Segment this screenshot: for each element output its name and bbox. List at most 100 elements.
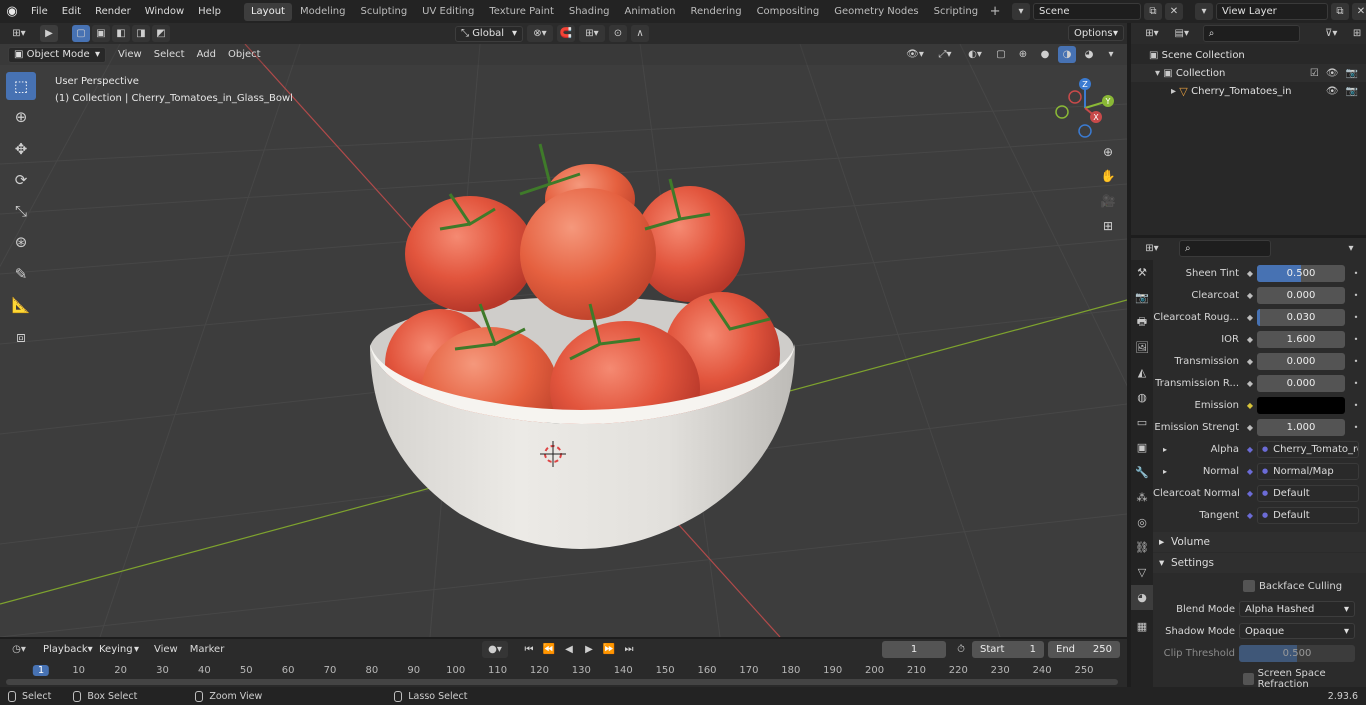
- keying-menu[interactable]: Keying ▾: [94, 642, 144, 658]
- keyframe-dot-icon[interactable]: •: [1349, 310, 1363, 324]
- timeline-view-menu[interactable]: View: [148, 642, 184, 658]
- property-slider[interactable]: 0.000: [1257, 374, 1345, 392]
- stopwatch-icon[interactable]: ⏱: [952, 641, 970, 658]
- select-mode-subtract-icon[interactable]: ◧: [112, 25, 130, 42]
- play-reverse-icon[interactable]: ◀: [560, 641, 578, 658]
- start-frame-field[interactable]: Start 1: [972, 641, 1044, 658]
- menu-file[interactable]: File: [24, 0, 55, 23]
- new-collection-icon[interactable]: ⊞: [1348, 25, 1366, 42]
- pivot-point-icon[interactable]: ⊗▾: [527, 25, 553, 42]
- collection-tab-icon[interactable]: ▭: [1131, 410, 1153, 435]
- property-link-field[interactable]: ● Default: [1257, 506, 1359, 524]
- tab-rendering[interactable]: Rendering: [683, 3, 748, 21]
- select-mode-intersect-icon[interactable]: ◩: [152, 25, 170, 42]
- socket-icon[interactable]: ◆: [1243, 288, 1257, 302]
- object-tab-icon[interactable]: ▣: [1131, 435, 1153, 460]
- scene-field[interactable]: Scene: [1033, 3, 1141, 20]
- filter-icon[interactable]: ⊽▾: [1318, 25, 1344, 42]
- scene-browse-icon[interactable]: ▾: [1012, 3, 1030, 20]
- perspective-toggle-icon[interactable]: ⊞: [1098, 216, 1118, 236]
- expand-arrow-icon[interactable]: ▸: [1163, 445, 1167, 454]
- menu-render[interactable]: Render: [88, 0, 138, 23]
- camera-icon[interactable]: 📷: [1346, 68, 1358, 79]
- falloff-icon[interactable]: ∧: [631, 25, 649, 42]
- outliner-scene-collection[interactable]: ▣ Scene Collection: [1131, 46, 1366, 64]
- blender-logo-icon[interactable]: ◉: [0, 0, 24, 23]
- socket-icon[interactable]: ◆: [1243, 442, 1257, 456]
- socket-icon[interactable]: ◆: [1243, 398, 1257, 412]
- transform-tool-icon[interactable]: ⊛: [6, 228, 36, 256]
- measure-tool-icon[interactable]: 📐: [6, 291, 36, 319]
- move-tool-icon[interactable]: ✥: [6, 135, 36, 163]
- solid-shading-icon[interactable]: ●: [1036, 46, 1054, 63]
- particles-tab-icon[interactable]: ⁂: [1131, 485, 1153, 510]
- tab-animation[interactable]: Animation: [618, 3, 683, 21]
- next-keyframe-icon[interactable]: ⏩: [600, 641, 618, 658]
- rendered-shading-icon[interactable]: ◕: [1080, 46, 1098, 63]
- overlay-toggle-icon[interactable]: ◐▾: [962, 46, 988, 63]
- add-workspace-icon[interactable]: +: [986, 3, 1004, 21]
- tab-shading[interactable]: Shading: [562, 3, 617, 21]
- keyframe-dot-icon[interactable]: •: [1349, 266, 1363, 280]
- property-slider[interactable]: 0.000: [1257, 286, 1345, 304]
- volume-panel-header[interactable]: ▸ Volume: [1153, 532, 1366, 552]
- view-layer-browse-icon[interactable]: ▾: [1195, 3, 1213, 20]
- scale-tool-icon[interactable]: ⤡: [6, 197, 36, 225]
- menu-object[interactable]: Object: [222, 47, 267, 63]
- camera-view-icon[interactable]: 🎥: [1098, 191, 1118, 211]
- tab-modeling[interactable]: Modeling: [293, 3, 353, 21]
- zoom-icon[interactable]: ⊕: [1098, 142, 1118, 162]
- socket-icon[interactable]: ◆: [1243, 376, 1257, 390]
- pan-hand-icon[interactable]: ✋: [1098, 166, 1118, 186]
- properties-editor-type-icon[interactable]: ⊞▾: [1139, 240, 1165, 257]
- physics-tab-icon[interactable]: ◎: [1131, 510, 1153, 535]
- tab-geometry-nodes[interactable]: Geometry Nodes: [827, 3, 925, 21]
- material-shading-icon[interactable]: ◑: [1058, 46, 1076, 63]
- expand-arrow-icon[interactable]: ▸: [1163, 467, 1167, 476]
- visibility-icon[interactable]: 👁▾: [902, 46, 928, 63]
- playhead[interactable]: 1: [32, 665, 50, 676]
- shadow-mode-dropdown[interactable]: Opaque ▾: [1239, 623, 1355, 639]
- timeline-marker-menu[interactable]: Marker: [184, 642, 231, 658]
- menu-select[interactable]: Select: [148, 47, 191, 63]
- annotate-tool-icon[interactable]: ✎: [6, 260, 36, 288]
- tab-scripting[interactable]: Scripting: [927, 3, 985, 21]
- outliner-editor-type-icon[interactable]: ⊞▾: [1139, 25, 1165, 42]
- snap-icon[interactable]: 🧲: [557, 25, 575, 42]
- property-slider[interactable]: 0.000: [1257, 352, 1345, 370]
- property-link-field[interactable]: ● Normal/Map: [1257, 462, 1359, 480]
- socket-icon[interactable]: ◆: [1243, 310, 1257, 324]
- gizmo-toggle-icon[interactable]: ⤢▾: [932, 46, 958, 63]
- 3d-viewport[interactable]: Z Y X User Perspective (1) Collection | …: [0, 44, 1127, 637]
- blend-mode-dropdown[interactable]: Alpha Hashed ▾: [1239, 601, 1355, 617]
- menu-add[interactable]: Add: [191, 47, 222, 63]
- play-icon[interactable]: ▶: [580, 641, 598, 658]
- view-layer-tab-icon[interactable]: 🖼: [1131, 335, 1153, 360]
- shading-options-icon[interactable]: ▾: [1102, 46, 1120, 63]
- property-number-field[interactable]: 1.000: [1257, 418, 1345, 436]
- timeline-editor-type-icon[interactable]: ◷▾: [6, 641, 32, 658]
- tab-layout[interactable]: Layout: [243, 2, 292, 21]
- scene-delete-icon[interactable]: ✕: [1165, 3, 1183, 20]
- socket-icon[interactable]: ◆: [1243, 266, 1257, 280]
- render-tab-icon[interactable]: 📷: [1131, 285, 1153, 310]
- clip-threshold-slider[interactable]: 0.500: [1239, 645, 1355, 662]
- select-mode-new-icon[interactable]: ▢: [72, 25, 90, 42]
- properties-options-icon[interactable]: ▾: [1342, 240, 1360, 257]
- select-mode-extend-icon[interactable]: ▣: [92, 25, 110, 42]
- output-tab-icon[interactable]: 🖶: [1131, 310, 1153, 335]
- wireframe-shading-icon[interactable]: ⊕: [1014, 46, 1032, 63]
- socket-icon[interactable]: ◆: [1243, 420, 1257, 434]
- property-link-field[interactable]: ● Default: [1257, 484, 1359, 502]
- proportional-edit-icon[interactable]: ⊙: [609, 25, 627, 42]
- options-dropdown[interactable]: Options ▾: [1068, 25, 1124, 41]
- emission-color-swatch[interactable]: [1257, 396, 1345, 414]
- tab-sculpting[interactable]: Sculpting: [353, 3, 414, 21]
- record-icon[interactable]: ●▾: [482, 641, 508, 658]
- tab-compositing[interactable]: Compositing: [750, 3, 827, 21]
- material-tab-icon[interactable]: ◕: [1131, 585, 1153, 610]
- jump-start-icon[interactable]: ⏮: [520, 641, 538, 658]
- outliner-search-input[interactable]: ⌕: [1202, 25, 1301, 42]
- property-slider[interactable]: 0.500: [1257, 264, 1345, 282]
- select-box-tool-icon[interactable]: ⬚: [6, 72, 36, 100]
